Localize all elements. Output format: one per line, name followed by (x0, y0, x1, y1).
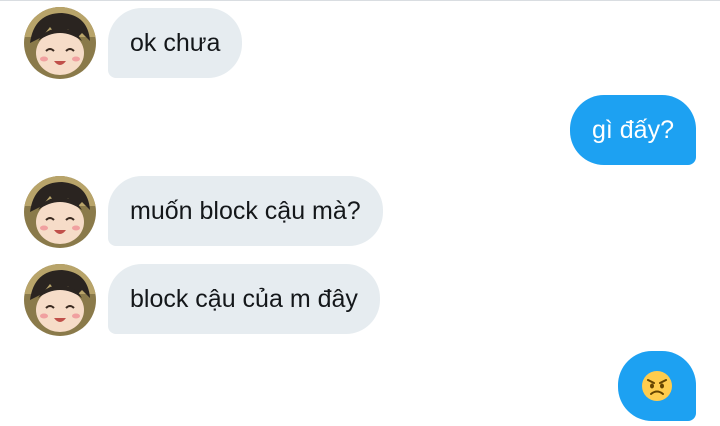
contact-avatar[interactable] (24, 264, 96, 336)
message-text: gì đấy? (591, 116, 674, 144)
message-bubble-incoming[interactable]: block cậu của m đây (108, 264, 380, 334)
message-bubble-incoming[interactable]: muốn block cậu mà? (108, 176, 383, 246)
message-bubble-incoming[interactable]: ok chưa (108, 8, 243, 78)
message-text: muốn block cậu mà? (130, 197, 361, 225)
message-text: ok chưa (130, 29, 221, 57)
avatar-image (24, 264, 96, 336)
message-text: block cậu của m đây (130, 285, 358, 313)
contact-avatar[interactable] (24, 176, 96, 248)
message-bubble-outgoing[interactable]: gì đấy? (569, 95, 696, 165)
message-bubble-outgoing[interactable] (618, 351, 696, 421)
contact-avatar[interactable] (24, 7, 96, 79)
top-divider (0, 0, 720, 1)
avatar-image (24, 176, 96, 248)
angry-face-icon (642, 371, 672, 401)
avatar-image (24, 7, 96, 79)
